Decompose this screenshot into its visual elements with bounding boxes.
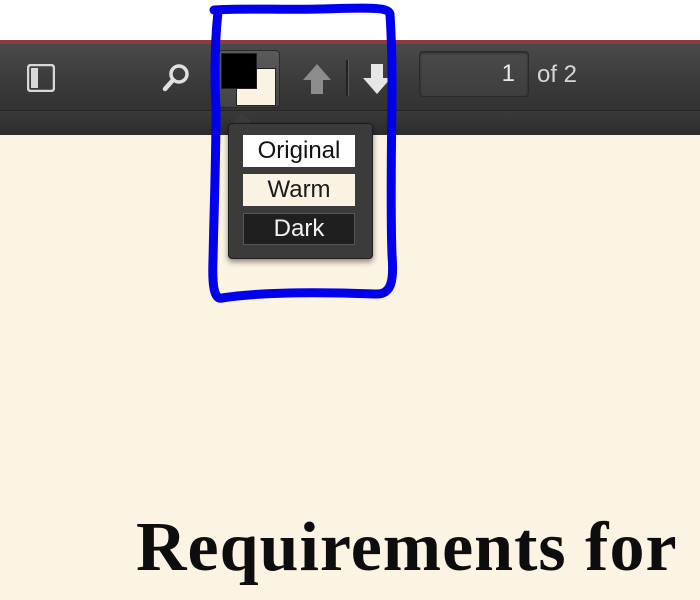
search-button[interactable] <box>160 62 192 94</box>
search-icon <box>162 64 189 92</box>
theme-option-warm[interactable]: Warm <box>243 174 355 206</box>
next-page-button[interactable] <box>360 60 394 98</box>
sidebar-toggle-icon <box>26 63 56 93</box>
page-number-input[interactable]: 1 <box>419 51 529 97</box>
page-count-label: of 2 <box>537 61 578 88</box>
theme-option-dark[interactable]: Dark <box>243 213 355 245</box>
theme-option-original[interactable]: Original <box>243 135 355 167</box>
viewer-toolbar <box>0 44 700 111</box>
sidebar-toggle-button[interactable] <box>26 63 56 93</box>
dark-swatch-icon <box>221 53 257 89</box>
previous-page-button[interactable] <box>300 60 334 98</box>
arrow-down-icon <box>363 64 391 94</box>
toolbar-divider <box>346 60 349 96</box>
color-theme-button[interactable] <box>218 50 280 108</box>
browser-chrome-area <box>0 0 700 40</box>
document-title: Requirements for <box>136 509 678 586</box>
pdf-viewer-window: 1 of 2 Original Warm Dark Requirements f… <box>0 0 700 600</box>
arrow-up-icon <box>303 64 331 94</box>
theme-menu: Original Warm Dark <box>228 123 373 259</box>
